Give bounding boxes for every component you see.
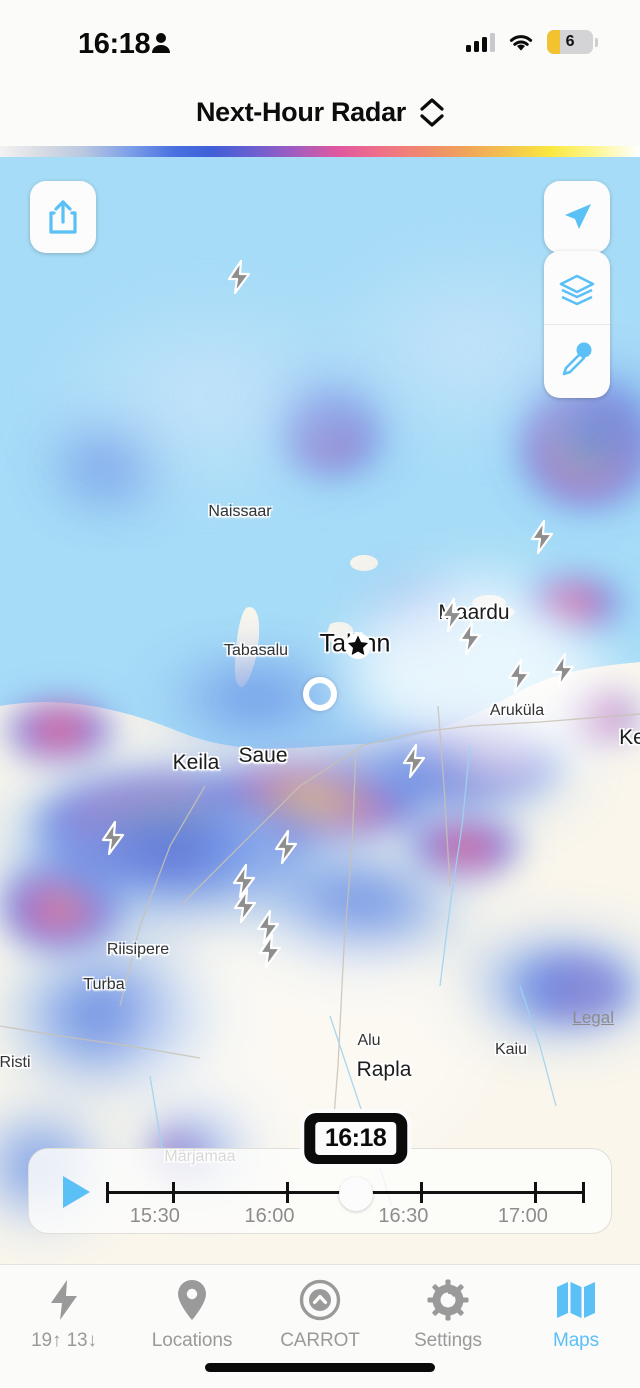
tab-label-maps: Maps	[552, 1330, 600, 1351]
status-bar-indicators: 6	[466, 30, 598, 54]
map-options-stack[interactable]	[544, 251, 610, 398]
map-label-naissaar: Naissaar	[208, 503, 272, 520]
weather-radar-screen: 16:18 6 Next-Hour Radar Naissaar Tabasal…	[0, 0, 640, 1388]
timeline-tick	[105, 1182, 109, 1203]
battery-cap	[595, 37, 598, 47]
lightning-strike-icon	[401, 743, 427, 783]
navigation-arrow-icon	[565, 204, 591, 229]
map-pin-icon	[175, 1279, 209, 1321]
radar-map[interactable]: NaissaarTabasaluTallinnMaarduArukülaKeKe…	[0, 146, 640, 1264]
maps-icon	[555, 1279, 597, 1321]
lightning-strike-icon	[100, 820, 126, 860]
battery-indicator: 6	[547, 30, 593, 54]
tab-label-carrot: CARROT	[280, 1330, 360, 1351]
map-label-riisipere: Riisipere	[106, 941, 170, 958]
map-label-keila: Keila	[172, 751, 220, 774]
person-icon	[152, 33, 170, 53]
layers-icon	[559, 274, 595, 305]
tab-label-locations: Locations	[151, 1330, 233, 1351]
timeline-current-time: 16:18	[314, 1122, 397, 1155]
wifi-icon	[509, 35, 533, 51]
page-title: Next-Hour Radar	[195, 96, 407, 127]
battery-level-text: 6	[565, 33, 575, 50]
play-button[interactable]	[59, 1174, 93, 1210]
lightning-strike-icon	[550, 652, 576, 692]
tab-carrot[interactable]: CARROT	[256, 1279, 384, 1352]
locate-me-button[interactable]	[544, 181, 610, 253]
battery-low-power-fill	[547, 30, 560, 54]
status-bar-time: 16:18	[78, 28, 151, 60]
tab-forecast[interactable]: 19↑ 13↓	[0, 1279, 128, 1352]
lightning-strike-icon	[457, 620, 483, 660]
precipitation-color-legend	[0, 146, 640, 157]
eyedropper-icon	[562, 342, 592, 376]
timeline-label: 16:00	[244, 1205, 295, 1227]
map-label-tabasalu: Tabasalu	[223, 642, 289, 659]
map-label-turba: Turba	[83, 976, 125, 993]
timeline-tick	[172, 1182, 176, 1203]
current-location-marker	[303, 677, 337, 711]
share-icon	[49, 200, 77, 234]
lightning-strike-icon	[226, 259, 252, 299]
status-bar: 16:18 6	[0, 0, 640, 78]
eyedropper-button[interactable]	[560, 328, 594, 390]
lightning-strike-icon	[257, 933, 283, 973]
timeline-label: 15:30	[129, 1205, 180, 1227]
nav-header: Next-Hour Radar	[0, 78, 640, 146]
lightning-strike-icon	[273, 829, 299, 869]
map-label-saue: Saue	[238, 744, 288, 767]
map-label-ke: Ke	[619, 726, 640, 749]
lightning-strike-icon	[506, 658, 532, 698]
star-icon	[345, 633, 371, 659]
timeline-tick	[533, 1182, 537, 1203]
timeline-scrubber[interactable]: 15:30 16:00 16:30 17:00 16:18	[28, 1109, 612, 1234]
share-button[interactable]	[30, 181, 96, 253]
timeline-time-bubble: 16:18	[299, 1109, 412, 1168]
timeline-label: 17:00	[497, 1205, 548, 1227]
layers-button[interactable]	[558, 259, 596, 321]
timeline-tick	[419, 1182, 423, 1203]
timeline-label: 16:30	[378, 1205, 429, 1227]
home-indicator	[205, 1363, 435, 1372]
lightning-strike-icon	[529, 519, 555, 559]
timeline-tick	[581, 1182, 585, 1203]
lightning-bolt-icon	[47, 1279, 81, 1321]
tab-locations[interactable]: Locations	[128, 1279, 256, 1352]
timeline-tick	[286, 1182, 290, 1203]
map-label-risti: Risti	[0, 1054, 31, 1071]
chevron-up-down-icon[interactable]	[420, 97, 444, 127]
tab-label-settings: Settings	[414, 1330, 482, 1351]
carrot-circle-icon	[299, 1279, 341, 1321]
map-label-arukla: Aruküla	[489, 702, 545, 719]
map-label-kaiu: Kaiu	[494, 1041, 528, 1058]
tab-label-forecast: 19↑ 13↓	[31, 1330, 97, 1351]
map-label-alu: Alu	[357, 1032, 381, 1049]
cellular-signal-icon	[466, 32, 495, 52]
timeline-thumb[interactable]	[338, 1177, 373, 1211]
divider	[544, 323, 610, 325]
gear-icon	[427, 1279, 469, 1321]
legal-link[interactable]: Legal	[572, 1008, 614, 1028]
map-label-rapla: Rapla	[356, 1058, 412, 1081]
tab-maps[interactable]: Maps	[512, 1279, 640, 1352]
tab-settings[interactable]: Settings	[384, 1279, 512, 1352]
